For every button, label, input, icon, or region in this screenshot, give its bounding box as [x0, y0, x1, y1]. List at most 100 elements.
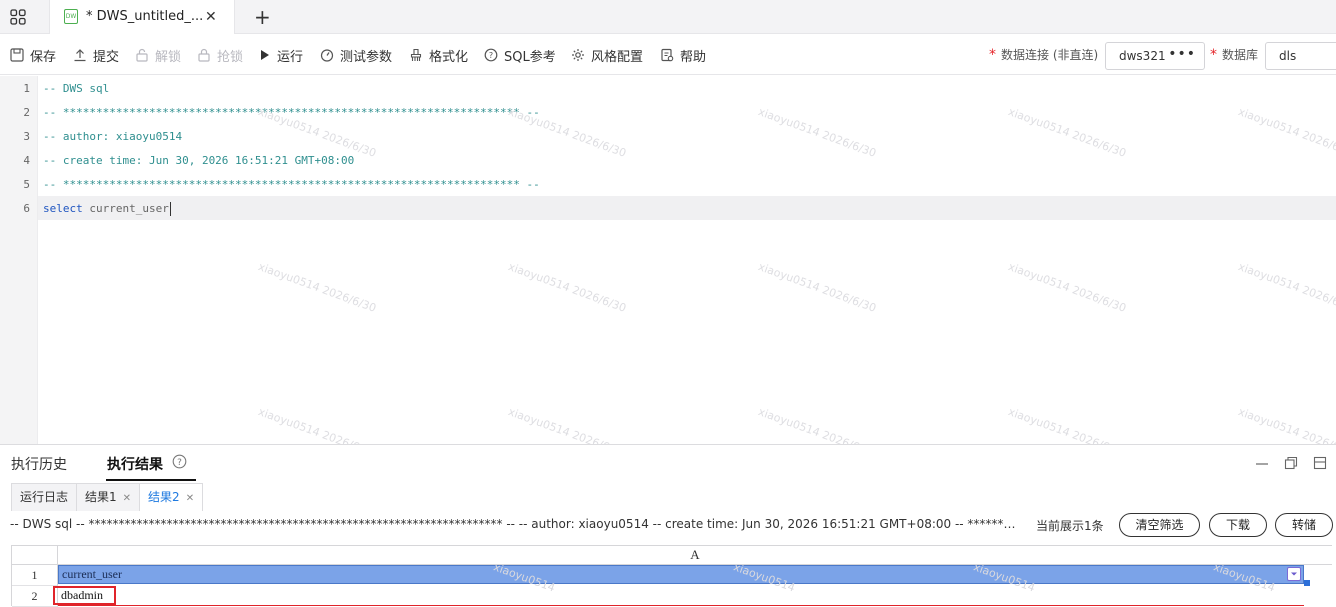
sql-identifier: current_user — [82, 202, 169, 215]
format-label: 格式化 — [429, 49, 469, 65]
filter-dropdown-icon[interactable] — [1287, 567, 1301, 581]
code-line: -- *************************************… — [43, 178, 540, 191]
watermark: xiaoyu0514 2026/6/30 — [506, 405, 628, 445]
submit-button[interactable]: 提交 — [73, 46, 120, 65]
clear-filter-button[interactable]: 清空筛选 — [1119, 513, 1200, 537]
dump-button[interactable]: 转储 — [1275, 513, 1333, 537]
help-button[interactable]: 帮助 — [660, 46, 707, 65]
result-tabs: 运行日志 结果1 ✕ 结果2 ✕ — [11, 483, 204, 511]
format-button[interactable]: 格式化 — [409, 46, 469, 65]
minimize-icon[interactable] — [1255, 456, 1269, 470]
line-number: 5 — [23, 178, 30, 191]
lock-icon — [198, 48, 210, 62]
apps-grid-icon[interactable] — [10, 9, 26, 25]
code-line: select current_user — [43, 202, 171, 216]
style-config-button[interactable]: 风格配置 — [571, 46, 644, 65]
unlock-label: 解锁 — [155, 49, 182, 65]
line-number: 2 — [23, 106, 30, 119]
grab-lock-label: 抢锁 — [217, 49, 244, 65]
sql-reference-label: SQL参考 — [504, 49, 556, 65]
connection-label: * 数据连接 (非直连) — [989, 47, 1099, 63]
more-icon[interactable]: ••• — [1168, 46, 1196, 62]
line-number: 6 — [23, 202, 30, 215]
code-line: -- author: xiaoyu0514 — [43, 130, 183, 143]
close-tab-icon[interactable]: ✕ — [123, 493, 131, 504]
watermark: xiaoyu0514 2026/6/30 — [1006, 260, 1128, 315]
line-number: 3 — [23, 130, 30, 143]
row-number[interactable]: 2 — [12, 586, 58, 607]
file-tab[interactable]: DW * DWS_untitled_... ✕ — [49, 0, 235, 34]
grab-lock-button[interactable]: 抢锁 — [197, 46, 244, 65]
active-line-highlight — [0, 196, 1336, 220]
toolbar: 保存 提交 解锁 抢锁 运行 测试参数 格式化 ? SQL参考 风格配置 帮助 … — [0, 35, 1336, 75]
watermark: xiaoyu0514 2026/6/30 — [756, 405, 878, 445]
executed-sql-summary: -- DWS sql -- **************************… — [10, 517, 1018, 531]
sql-reference-button[interactable]: ? SQL参考 — [484, 46, 556, 65]
save-button[interactable]: 保存 — [10, 46, 57, 65]
database-value: dls — [1279, 49, 1297, 63]
close-tab-icon[interactable]: ✕ — [186, 493, 194, 504]
value-cell[interactable]: dbadmin — [53, 586, 116, 605]
required-mark: * — [989, 47, 996, 63]
tab-result-1[interactable]: 结果1 ✕ — [76, 483, 141, 511]
restore-icon[interactable] — [1284, 456, 1298, 470]
maximize-icon[interactable] — [1313, 456, 1327, 470]
row-count-text: 当前展示1条 — [1036, 519, 1104, 533]
connection-select[interactable]: dws321 ••• — [1105, 42, 1205, 70]
database-select[interactable]: dls — [1265, 42, 1336, 70]
file-tab-label: * DWS_untitled_... — [86, 9, 204, 24]
sql-keyword: select — [43, 202, 83, 215]
watermark: xiaoyu0514 2026/6/30 — [756, 105, 878, 160]
database-label: * 数据库 — [1210, 47, 1259, 63]
test-params-label: 测试参数 — [340, 49, 393, 65]
run-button[interactable]: 运行 — [259, 46, 303, 65]
dws-file-icon: DW — [64, 9, 78, 24]
required-mark: * — [1210, 47, 1217, 63]
tab-run-log[interactable]: 运行日志 — [11, 483, 78, 511]
tab-bar: DW * DWS_untitled_... ✕ + — [0, 0, 1336, 34]
watermark: xiaoyu0514 2026/6/30 — [1236, 105, 1336, 160]
column-header-a[interactable]: A — [58, 545, 1332, 565]
watermark: xiaoyu0514 2026/6/30 — [1006, 405, 1128, 445]
save-label: 保存 — [30, 49, 57, 65]
line-number: 1 — [23, 82, 30, 95]
play-icon — [261, 50, 269, 60]
unlock-icon — [136, 48, 148, 62]
watermark: xiaoyu0514 2026/6/30 — [1236, 260, 1336, 315]
results-panel: 执行历史 执行结果 ? 运行日志 结果1 ✕ 结果2 ✕ -- DWS sql --… — [0, 446, 1336, 607]
style-config-label: 风格配置 — [591, 49, 644, 65]
code-line: -- create time: Jun 30, 2026 16:51:21 GM… — [43, 154, 355, 167]
watermark: xiaoyu0514 2026/6/30 — [506, 260, 628, 315]
watermark: xiaoyu0514 2026/6/30 — [1006, 105, 1128, 160]
connection-value: dws321 — [1119, 49, 1166, 63]
gauge-icon — [320, 49, 334, 62]
question-circle-icon[interactable]: ? — [172, 454, 187, 469]
header-cell[interactable]: current_user — [58, 565, 1304, 584]
text-cursor — [169, 202, 171, 216]
gear-icon — [572, 49, 584, 61]
close-tab-icon[interactable]: ✕ — [205, 9, 217, 25]
sql-editor[interactable]: 1 2 3 4 5 6 -- DWS sql -- **************… — [0, 76, 1336, 445]
watermark: xiaoyu0514 2026/6/30 — [256, 405, 378, 445]
download-button[interactable]: 下载 — [1209, 513, 1267, 537]
code-line: -- *************************************… — [43, 106, 540, 119]
help-label: 帮助 — [680, 49, 707, 65]
save-icon — [10, 48, 24, 62]
tab-execution-history[interactable]: 执行历史 — [11, 454, 67, 474]
watermark: xiaoyu0514 2026/6/30 — [756, 260, 878, 315]
grid-corner — [12, 545, 58, 565]
selection-handle[interactable] — [1304, 580, 1310, 586]
upload-icon — [74, 49, 86, 62]
line-number: 4 — [23, 154, 30, 167]
add-tab-icon[interactable]: + — [254, 6, 271, 28]
test-params-button[interactable]: 测试参数 — [320, 46, 393, 65]
unlock-button[interactable]: 解锁 — [135, 46, 182, 65]
row-number[interactable]: 1 — [12, 565, 58, 586]
active-tab-indicator — [106, 479, 196, 481]
submit-label: 提交 — [93, 49, 120, 65]
brush-icon — [410, 48, 422, 61]
tab-result-2[interactable]: 结果2 ✕ — [139, 483, 204, 511]
results-grid[interactable]: A 1 2 current_user dbadmin xiaoyu0514 xi… — [11, 545, 1333, 607]
code-line: -- DWS sql — [43, 82, 110, 95]
tab-execution-results[interactable]: 执行结果 — [107, 454, 163, 474]
